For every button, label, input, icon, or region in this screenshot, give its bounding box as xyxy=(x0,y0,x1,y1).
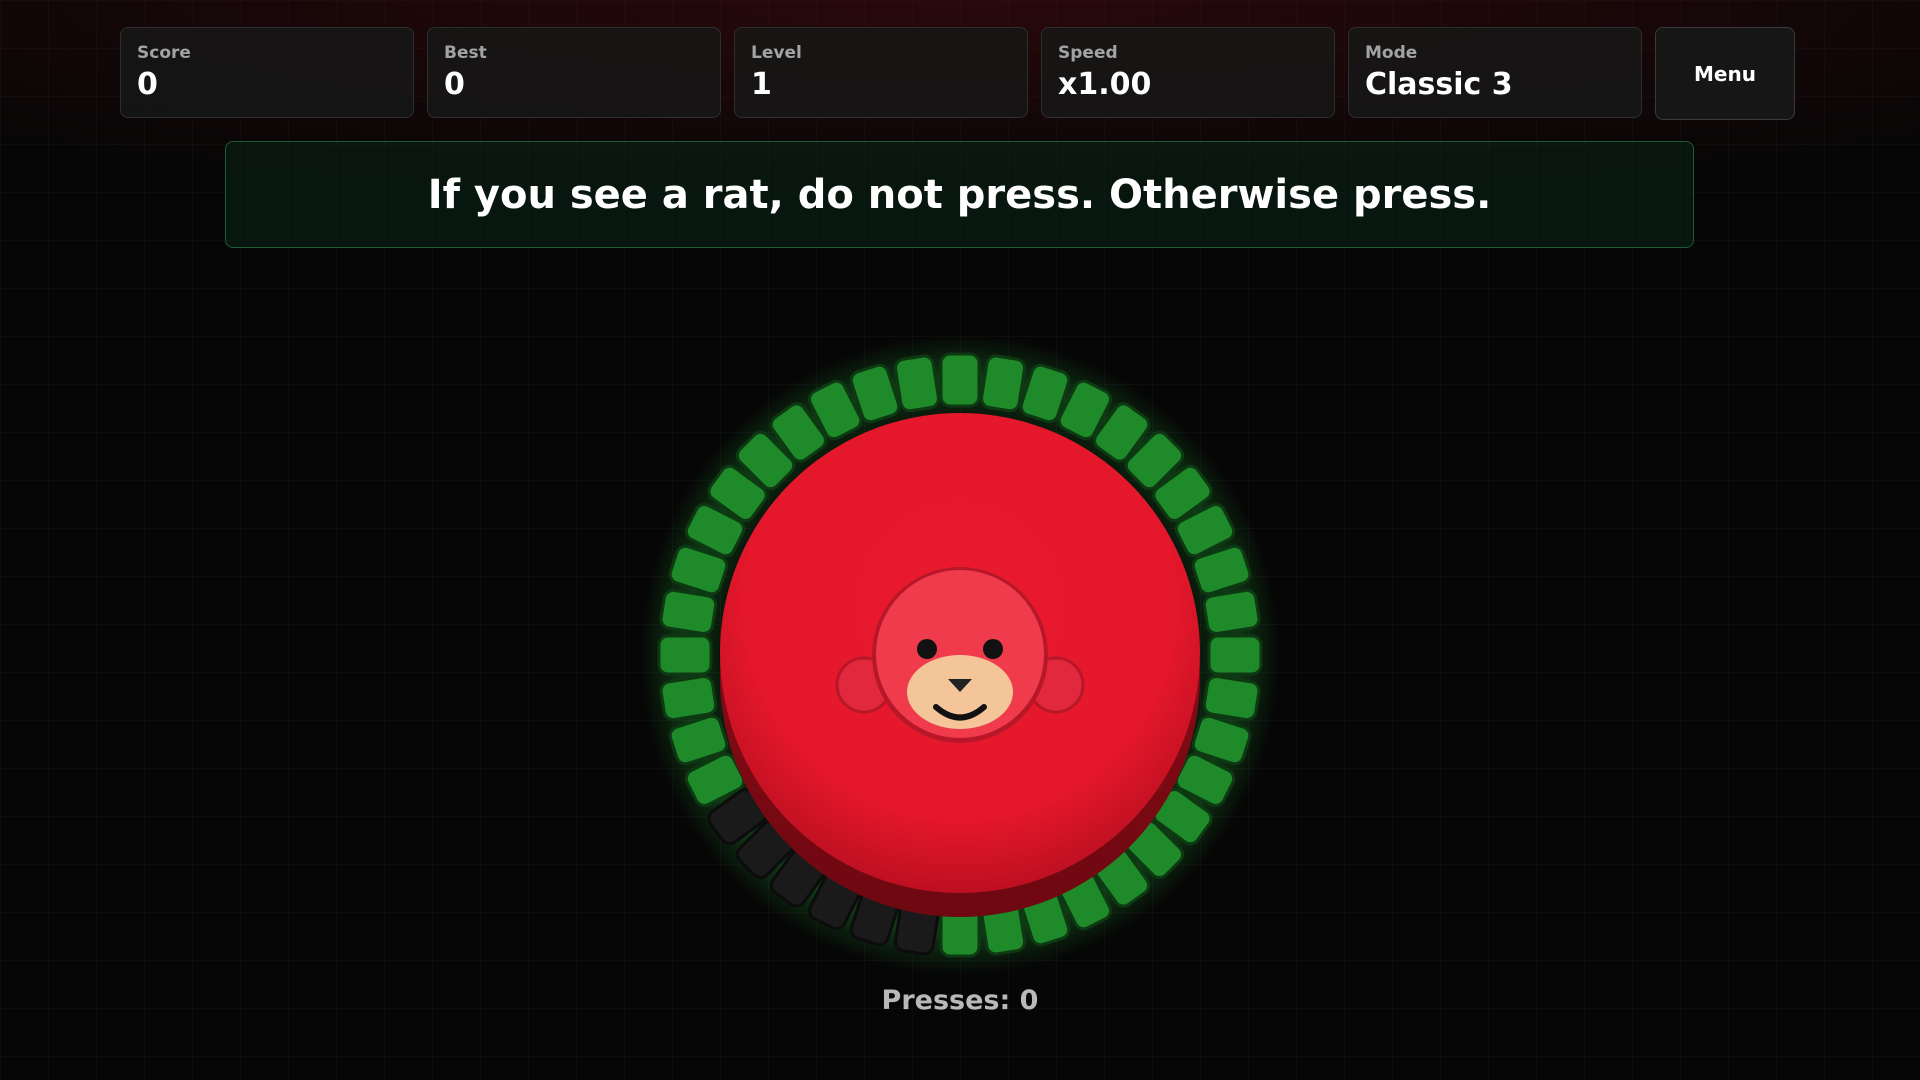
game-button-svg xyxy=(640,335,1280,975)
level-value: 1 xyxy=(751,67,772,102)
instruction-banner: If you see a rat, do not press. Otherwis… xyxy=(225,141,1694,248)
score-stat: Score 0 xyxy=(120,27,414,118)
best-value: 0 xyxy=(444,67,465,102)
timer-segment-filled xyxy=(979,354,1027,413)
timer-segment-filled xyxy=(1202,674,1261,722)
best-stat: Best 0 xyxy=(427,27,721,118)
timer-segment-filled xyxy=(659,674,718,722)
timer-segment-filled xyxy=(939,352,981,408)
presses-counter: Presses: 0 xyxy=(881,985,1039,1016)
mode-value: Classic 3 xyxy=(1365,67,1513,102)
best-label: Best xyxy=(444,43,487,63)
timer-segment-filled xyxy=(657,634,713,676)
speed-value: x1.00 xyxy=(1058,67,1152,102)
timer-segment-filled xyxy=(1202,588,1261,636)
score-label: Score xyxy=(137,43,191,63)
score-value: 0 xyxy=(137,67,158,102)
menu-button[interactable]: Menu xyxy=(1655,27,1795,120)
instruction-text: If you see a rat, do not press. Otherwis… xyxy=(427,171,1492,218)
timer-segment-filled xyxy=(893,354,941,413)
mode-label: Mode xyxy=(1365,43,1418,63)
hud-bar: Score 0 Best 0 Level 1 Speed x1.00 Mode … xyxy=(120,27,1795,120)
mode-stat: Mode Classic 3 xyxy=(1348,27,1642,118)
level-label: Level xyxy=(751,43,802,63)
game-area xyxy=(640,335,1280,975)
speed-label: Speed xyxy=(1058,43,1118,63)
timer-segment-filled xyxy=(1207,634,1263,676)
speed-stat: Speed x1.00 xyxy=(1041,27,1335,118)
level-stat: Level 1 xyxy=(734,27,1028,118)
timer-segment-filled xyxy=(659,588,718,636)
